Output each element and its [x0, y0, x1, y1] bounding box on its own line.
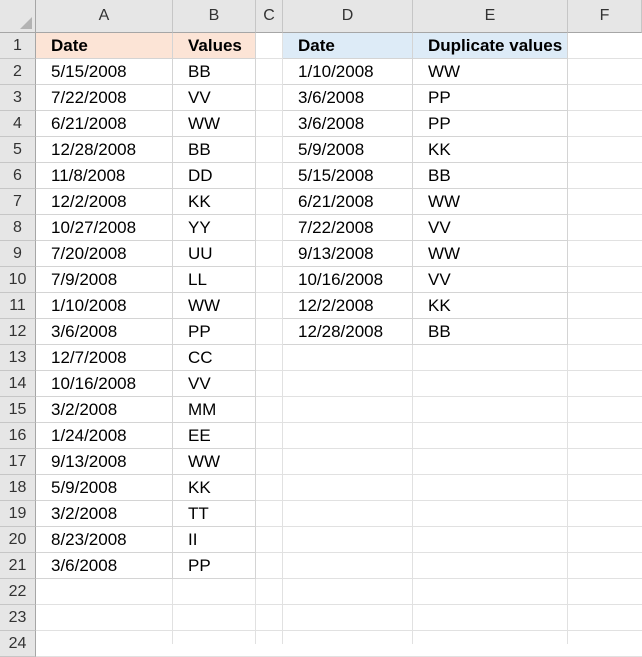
row-header[interactable]: 21	[0, 553, 36, 579]
row-header[interactable]: 4	[0, 111, 36, 137]
column-header-e[interactable]: E	[413, 0, 568, 33]
column-header-a[interactable]: A	[36, 0, 173, 33]
row-header[interactable]: 16	[0, 423, 36, 449]
row-header[interactable]: 6	[0, 163, 36, 189]
row-header[interactable]: 8	[0, 215, 36, 241]
column-header-d[interactable]: D	[283, 0, 413, 33]
row-header[interactable]: 19	[0, 501, 36, 527]
row-header[interactable]: 12	[0, 319, 36, 345]
row-header[interactable]: 5	[0, 137, 36, 163]
select-all-corner[interactable]	[0, 0, 36, 33]
row-header[interactable]: 14	[0, 371, 36, 397]
row-header[interactable]: 3	[0, 85, 36, 111]
row-header[interactable]: 9	[0, 241, 36, 267]
row-header[interactable]: 15	[0, 397, 36, 423]
row-header[interactable]: 2	[0, 59, 36, 85]
column-header-b[interactable]: B	[173, 0, 256, 33]
row-header[interactable]: 17	[0, 449, 36, 475]
column-header-c[interactable]: C	[256, 0, 283, 33]
row-header[interactable]: 20	[0, 527, 36, 553]
row-header[interactable]: 23	[0, 605, 36, 631]
column-header-f[interactable]: F	[568, 0, 642, 33]
row-header[interactable]: 13	[0, 345, 36, 371]
row-header[interactable]: 22	[0, 579, 36, 605]
row-header[interactable]: 7	[0, 189, 36, 215]
row-header[interactable]: 1	[0, 33, 36, 59]
row-header[interactable]: 11	[0, 293, 36, 319]
spreadsheet: Date Values 5/15/2008 BB 7/22/2008 VV 6/21/200…	[0, 0, 642, 657]
row-header[interactable]: 24	[0, 631, 36, 657]
row-header[interactable]: 10	[0, 267, 36, 293]
sheet-headers: A B C D E F 1 2 3 4 5 6 7 8 9 10 11 12 13 14 15 16 17 18 19 20 21 2…	[0, 0, 642, 657]
row-header[interactable]: 18	[0, 475, 36, 501]
select-all-triangle-icon	[20, 17, 32, 29]
